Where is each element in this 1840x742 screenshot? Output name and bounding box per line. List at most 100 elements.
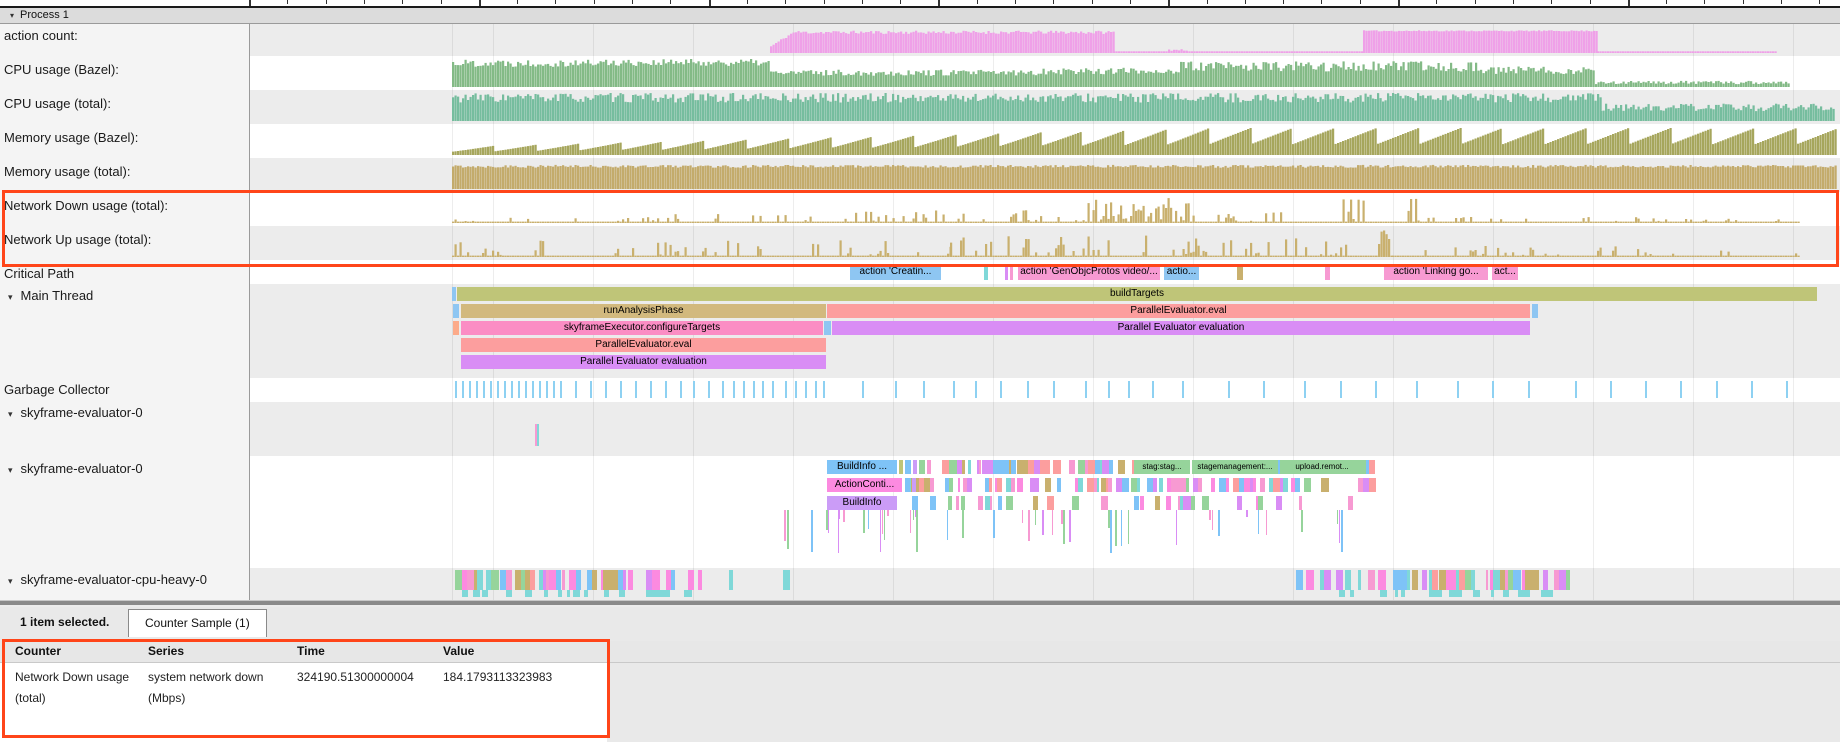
evaluator2-sliver[interactable] bbox=[927, 460, 931, 474]
activity-slice[interactable] bbox=[1321, 478, 1329, 492]
hanging-slice[interactable] bbox=[1246, 510, 1248, 517]
activity-slice[interactable] bbox=[1547, 590, 1553, 597]
activity-slice[interactable] bbox=[473, 590, 480, 597]
timeline-canvas[interactable]: action 'Creatin...action 'GenObjcProtos … bbox=[249, 24, 1840, 600]
gc-event-tick[interactable] bbox=[785, 381, 787, 398]
gc-event-tick[interactable] bbox=[483, 381, 485, 398]
hanging-slice[interactable] bbox=[784, 510, 786, 541]
hanging-slice[interactable] bbox=[868, 510, 870, 529]
gc-event-tick[interactable] bbox=[462, 381, 464, 398]
hanging-slice[interactable] bbox=[1052, 510, 1054, 535]
hanging-slice[interactable] bbox=[1209, 510, 1211, 520]
gc-event-tick[interactable] bbox=[469, 381, 471, 398]
critical-path-sliver[interactable] bbox=[1010, 264, 1013, 280]
activity-slice[interactable] bbox=[990, 496, 992, 510]
activity-slice[interactable] bbox=[1471, 570, 1475, 590]
evaluator2-sliver[interactable] bbox=[905, 478, 910, 492]
main-thread-slice[interactable]: ParallelEvaluator.eval bbox=[461, 338, 826, 352]
sidebar-item-skyframe-evaluator-0[interactable]: ▾skyframe-evaluator-0 bbox=[8, 405, 143, 420]
activity-slice[interactable] bbox=[1407, 570, 1410, 590]
gc-event-tick[interactable] bbox=[620, 381, 622, 398]
gc-event-tick[interactable] bbox=[753, 381, 755, 398]
activity-slice[interactable] bbox=[949, 478, 953, 492]
activity-slice[interactable] bbox=[1040, 460, 1047, 474]
gc-event-tick[interactable] bbox=[1027, 381, 1029, 398]
activity-slice[interactable] bbox=[1283, 478, 1288, 492]
gc-event-tick[interactable] bbox=[1263, 381, 1265, 398]
gc-event-tick[interactable] bbox=[733, 381, 735, 398]
activity-slice[interactable] bbox=[1368, 570, 1375, 590]
gc-event-tick[interactable] bbox=[805, 381, 807, 398]
gc-event-tick[interactable] bbox=[1152, 381, 1154, 398]
activity-slice[interactable] bbox=[1211, 478, 1216, 492]
hanging-slice[interactable] bbox=[1341, 510, 1343, 552]
gc-event-tick[interactable] bbox=[605, 381, 607, 398]
hanging-slice[interactable] bbox=[1128, 510, 1130, 544]
activity-slice[interactable] bbox=[1435, 590, 1442, 597]
gc-event-tick[interactable] bbox=[575, 381, 577, 398]
activity-slice[interactable] bbox=[1393, 570, 1400, 590]
main-thread-sliver[interactable] bbox=[824, 321, 831, 335]
activity-slice[interactable] bbox=[1102, 460, 1109, 474]
activity-slice[interactable] bbox=[1296, 570, 1303, 590]
activity-slice[interactable] bbox=[1097, 478, 1100, 492]
activity-slice[interactable] bbox=[665, 590, 671, 597]
activity-slice[interactable] bbox=[1491, 590, 1494, 597]
activity-slice[interactable] bbox=[1253, 478, 1256, 492]
activity-slice[interactable] bbox=[477, 570, 483, 590]
gc-event-tick[interactable] bbox=[532, 381, 534, 398]
hanging-slice[interactable] bbox=[1028, 510, 1030, 541]
activity-slice[interactable] bbox=[1401, 590, 1405, 597]
activity-slice[interactable] bbox=[1053, 460, 1061, 474]
activity-slice[interactable] bbox=[1021, 460, 1028, 474]
activity-slice[interactable] bbox=[1118, 460, 1126, 474]
activity-slice[interactable] bbox=[506, 570, 512, 590]
activity-slice[interactable] bbox=[1153, 478, 1157, 492]
activity-slice[interactable] bbox=[1345, 570, 1350, 590]
evaluator2-sliver[interactable] bbox=[905, 460, 911, 474]
activity-slice[interactable] bbox=[1057, 478, 1060, 492]
activity-slice[interactable] bbox=[997, 478, 1002, 492]
gc-event-tick[interactable] bbox=[1340, 381, 1342, 398]
activity-slice[interactable] bbox=[491, 570, 499, 590]
activity-slice[interactable] bbox=[1395, 590, 1399, 597]
hanging-slice[interactable] bbox=[884, 510, 886, 540]
activity-slice[interactable] bbox=[1078, 478, 1083, 492]
evaluator2-slice[interactable]: stag:stag... bbox=[1134, 460, 1190, 474]
main-thread-slice[interactable]: ParallelEvaluator.eval bbox=[827, 304, 1530, 318]
counter-chart-memory-usage-total-[interactable] bbox=[249, 161, 1840, 189]
activity-slice[interactable] bbox=[998, 496, 1002, 510]
gc-event-tick[interactable] bbox=[650, 381, 652, 398]
evaluator2-sliver[interactable] bbox=[912, 478, 916, 492]
hanging-slice[interactable] bbox=[1212, 510, 1214, 530]
critical-path-slice[interactable]: act... bbox=[1492, 264, 1518, 280]
gc-event-tick[interactable] bbox=[975, 381, 977, 398]
activity-slice[interactable] bbox=[1186, 478, 1188, 492]
activity-slice[interactable] bbox=[573, 590, 580, 597]
activity-slice[interactable] bbox=[1140, 496, 1145, 510]
hanging-slice[interactable] bbox=[1035, 510, 1037, 525]
activity-slice[interactable] bbox=[958, 478, 961, 492]
hanging-slice[interactable] bbox=[1115, 510, 1117, 546]
activity-slice[interactable] bbox=[1047, 496, 1054, 510]
activity-slice[interactable] bbox=[467, 570, 474, 590]
critical-path-slice[interactable]: action 'GenObjcProtos video/... bbox=[1018, 264, 1160, 280]
activity-slice[interactable] bbox=[783, 570, 790, 590]
activity-slice[interactable] bbox=[584, 590, 588, 597]
hanging-slice[interactable] bbox=[863, 510, 865, 533]
hanging-slice[interactable] bbox=[838, 510, 840, 553]
gc-event-tick[interactable] bbox=[1128, 381, 1130, 398]
activity-slice[interactable] bbox=[671, 570, 675, 590]
hanging-slice[interactable] bbox=[962, 510, 964, 538]
main-thread-slice[interactable]: Parallel Evaluator evaluation bbox=[832, 321, 1530, 335]
activity-slice[interactable] bbox=[729, 570, 733, 590]
activity-slice[interactable] bbox=[562, 570, 564, 590]
activity-slice[interactable] bbox=[482, 590, 488, 597]
activity-slice[interactable] bbox=[1324, 570, 1331, 590]
activity-slice[interactable] bbox=[1350, 590, 1353, 597]
critical-path-sliver[interactable] bbox=[1237, 264, 1243, 280]
activity-slice[interactable] bbox=[982, 460, 990, 474]
hanging-slice[interactable] bbox=[1110, 510, 1112, 553]
activity-slice[interactable] bbox=[1179, 478, 1186, 492]
activity-slice[interactable] bbox=[924, 478, 931, 492]
